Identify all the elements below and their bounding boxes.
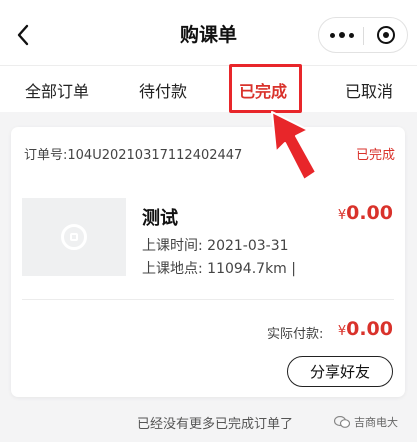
course-price: ¥0.00 xyxy=(338,202,393,224)
mini-program-capsule xyxy=(318,17,408,53)
status-badge: 已完成 xyxy=(355,148,395,163)
more-dots-icon xyxy=(329,32,335,38)
order-number-label: 订单号: xyxy=(24,148,68,163)
course-time: 上课时间: 2021-03-31 xyxy=(142,235,289,255)
course-title: 测试 xyxy=(142,208,178,229)
watermark: 吉商电大 xyxy=(334,414,398,430)
card-divider xyxy=(22,299,394,300)
order-tabs: 全部订单 待付款 已完成 已取消 xyxy=(0,66,417,112)
highlight-annotation-box xyxy=(229,64,302,113)
close-button[interactable] xyxy=(364,18,408,52)
price-value: 0.00 xyxy=(346,202,393,224)
tab-cancelled[interactable]: 已取消 xyxy=(345,78,393,102)
wechat-icon xyxy=(334,416,350,428)
end-of-list-note: 已经没有更多已完成订单了 xyxy=(137,417,294,432)
paid-amount: ¥0.00 xyxy=(338,318,393,340)
course-time-label: 上课时间: xyxy=(142,238,203,254)
order-number: 订单号:104U20210317112402447 xyxy=(24,144,242,163)
course-thumbnail xyxy=(22,198,126,276)
capsule-close-icon xyxy=(377,26,395,44)
tab-pending-payment[interactable]: 待付款 xyxy=(139,78,187,102)
more-button[interactable] xyxy=(319,18,364,52)
tab-all-orders[interactable]: 全部订单 xyxy=(25,78,89,102)
course-location-label: 上课地点: xyxy=(142,261,203,277)
course-location-value: 11094.7km | xyxy=(207,261,296,277)
course-time-value: 2021-03-31 xyxy=(207,238,289,254)
image-placeholder-icon xyxy=(61,224,87,250)
navigation-bar: 购课单 xyxy=(0,0,417,66)
paid-label: 实际付款: xyxy=(267,327,324,342)
order-card[interactable]: 订单号:104U20210317112402447 已完成 测试 ¥0.00 上… xyxy=(11,127,405,397)
more-dots-icon xyxy=(338,32,345,38)
share-friends-button[interactable]: 分享好友 xyxy=(287,356,393,387)
course-location: 上课地点: 11094.7km | xyxy=(142,258,296,278)
image-placeholder-icon-inner xyxy=(70,233,78,241)
currency-symbol: ¥ xyxy=(337,208,347,223)
capsule-close-icon-dot xyxy=(383,32,389,38)
watermark-text: 吉商电大 xyxy=(354,416,398,429)
more-dots-icon xyxy=(348,32,354,38)
currency-symbol: ¥ xyxy=(337,324,347,339)
order-number-value: 104U20210317112402447 xyxy=(67,148,243,163)
paid-amount-value: 0.00 xyxy=(346,318,393,340)
red-arrow-annotation xyxy=(271,111,317,181)
